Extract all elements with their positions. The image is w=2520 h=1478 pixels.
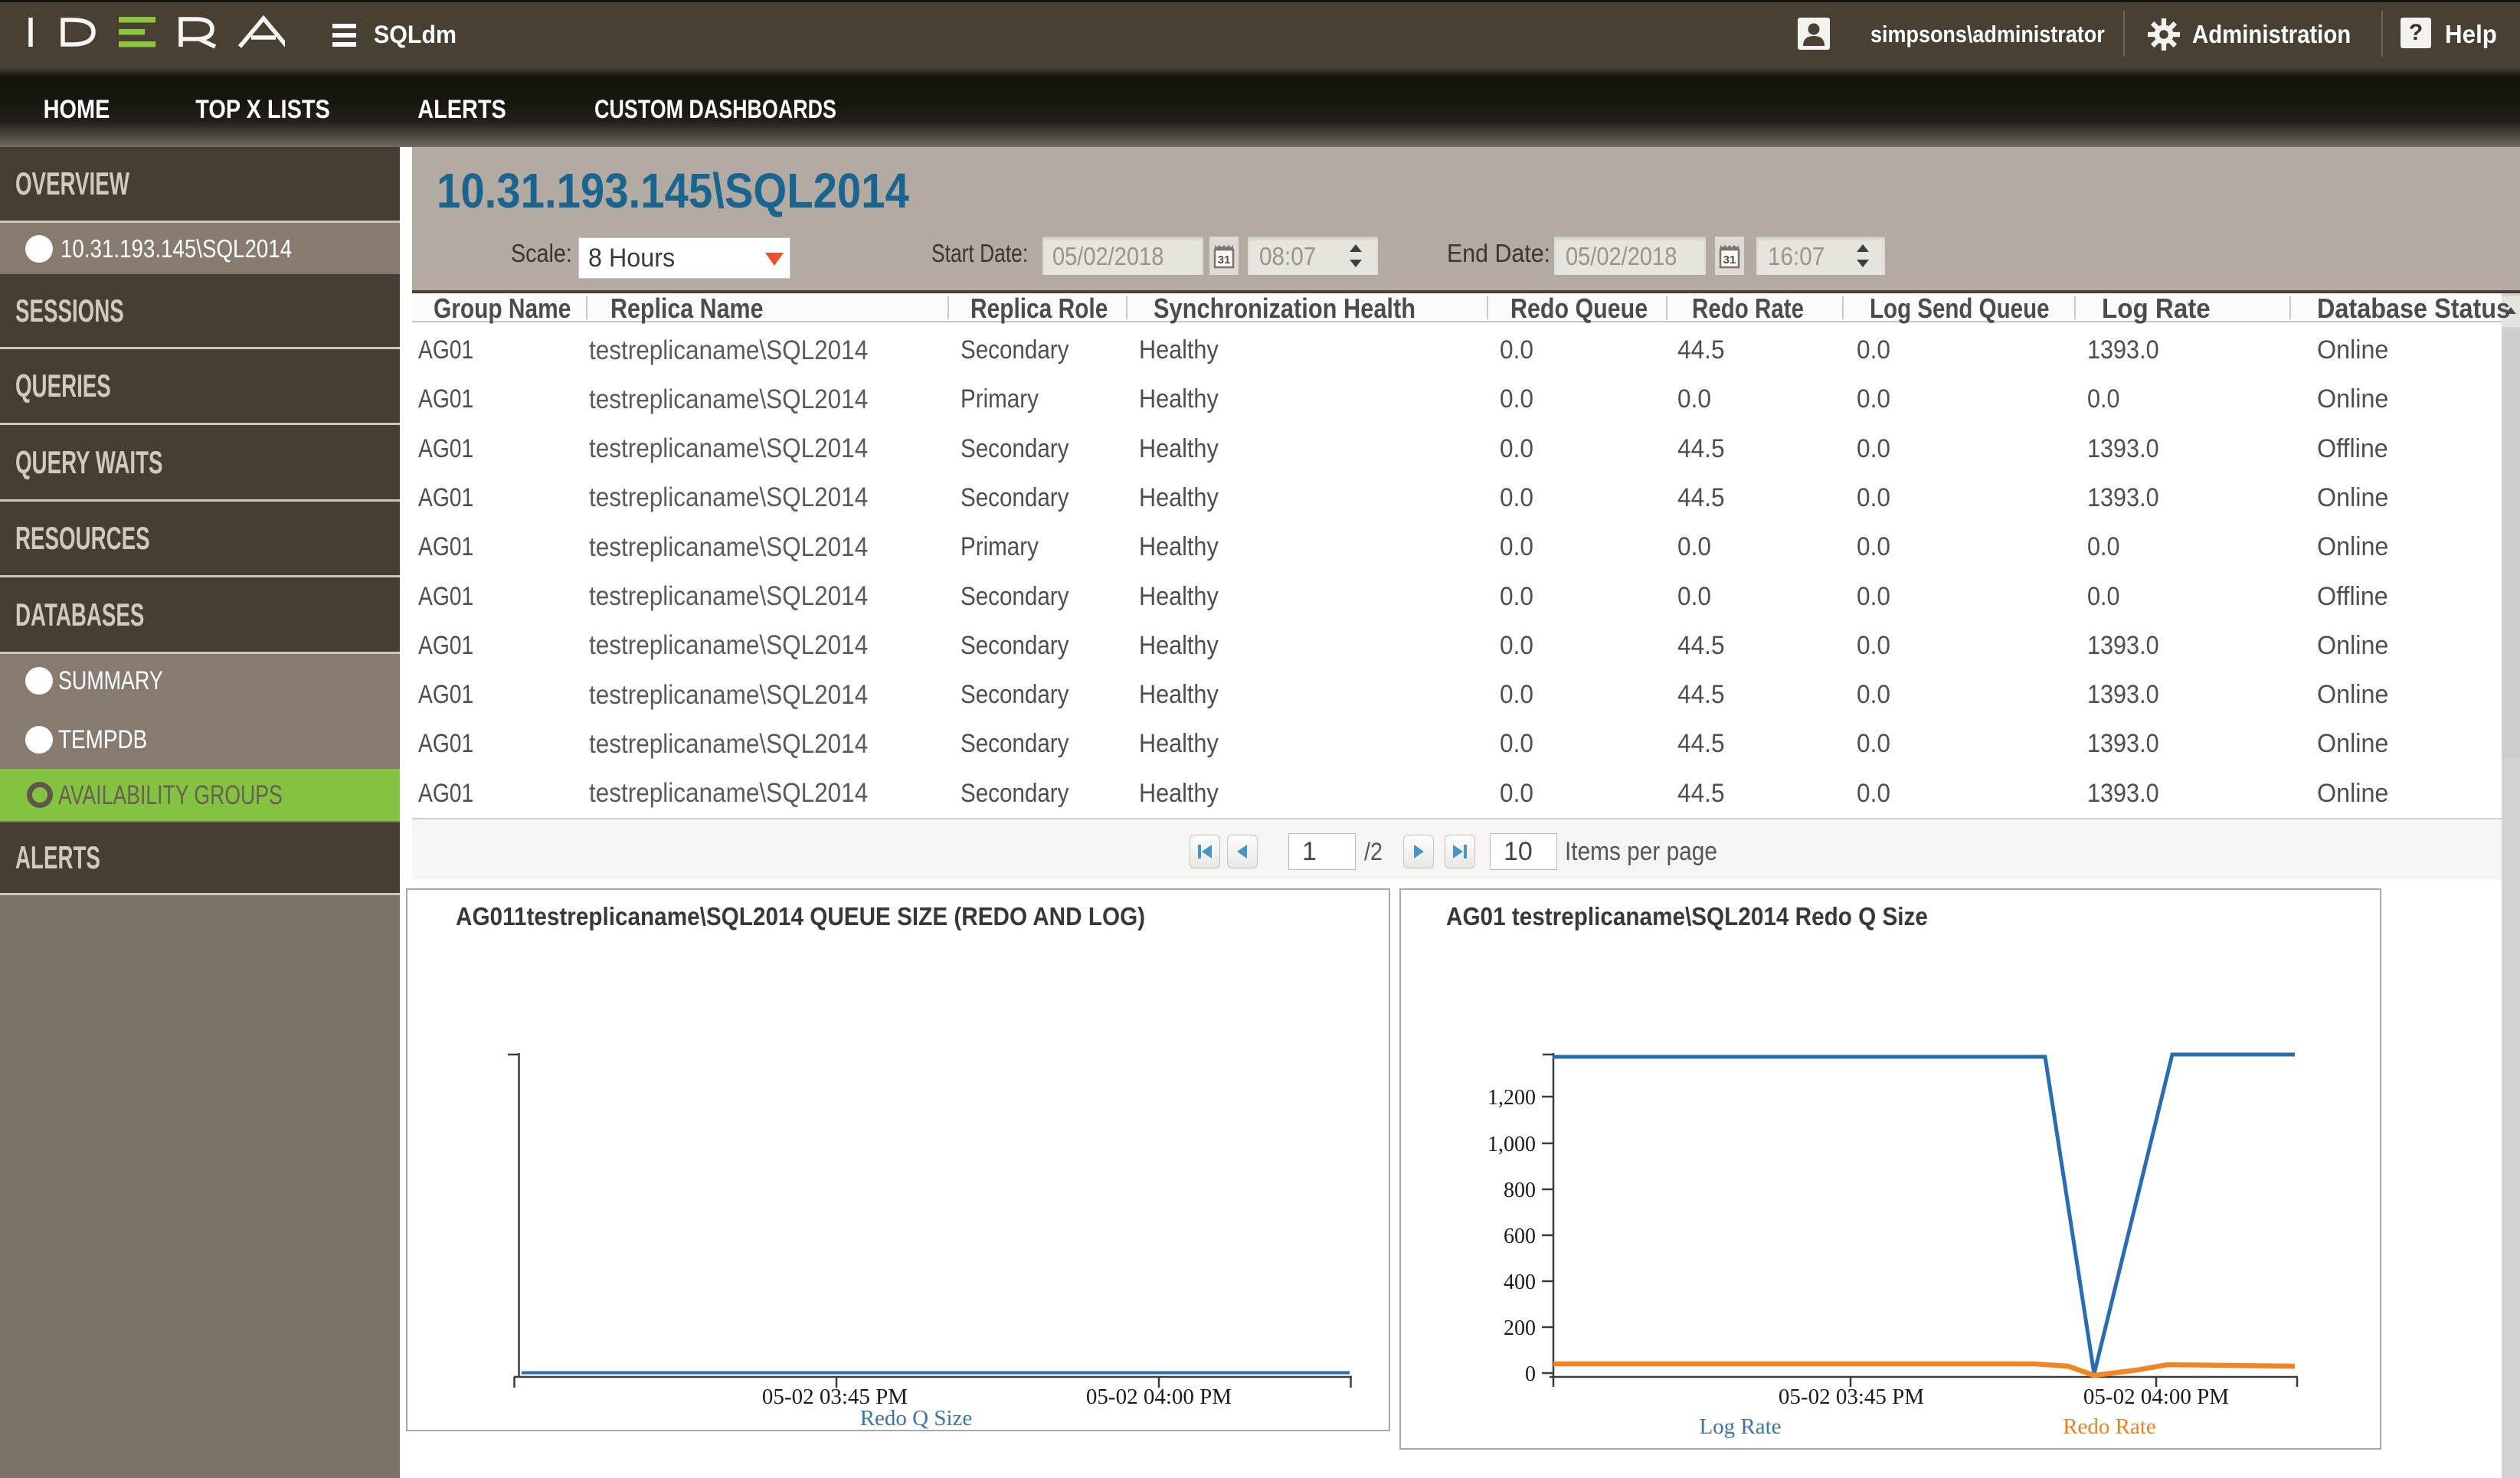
- svg-text:800: 800: [1504, 1179, 1536, 1202]
- svg-text:Redo Q Size: Redo Q Size: [860, 1406, 973, 1431]
- svg-text:1,200: 1,200: [1487, 1086, 1536, 1110]
- svg-text:600: 600: [1504, 1225, 1536, 1248]
- svg-text:Redo Rate: Redo Rate: [2063, 1414, 2156, 1439]
- svg-text:200: 200: [1504, 1316, 1536, 1340]
- svg-text:31: 31: [1723, 253, 1736, 266]
- svg-text:1,000: 1,000: [1487, 1133, 1536, 1156]
- svg-text:Log Rate: Log Rate: [1699, 1414, 1781, 1439]
- svg-text:31: 31: [1218, 253, 1231, 266]
- svg-text:0: 0: [1525, 1362, 1536, 1386]
- svg-text:05-02 04:00 PM: 05-02 04:00 PM: [1086, 1385, 1232, 1409]
- svg-text:05-02 03:45 PM: 05-02 03:45 PM: [1779, 1385, 1924, 1409]
- svg-text:400: 400: [1504, 1270, 1536, 1294]
- svg-text:05-02 04:00 PM: 05-02 04:00 PM: [2083, 1385, 2229, 1409]
